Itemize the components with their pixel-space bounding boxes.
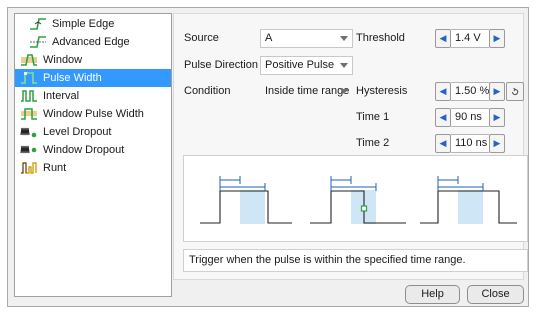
trigger-description: Trigger when the pulse is within the spe… [183, 249, 528, 272]
trigger-dialog: Simple Edge Advanced Edge Window Pulse W… [7, 7, 529, 307]
chevron-down-icon [340, 63, 348, 68]
window-pulse-width-icon [21, 108, 37, 120]
pulse-width-icon [21, 72, 37, 84]
trigger-item-window-pulse-width[interactable]: Window Pulse Width [15, 105, 171, 123]
hysteresis-label: Hysteresis [356, 85, 408, 97]
condition-label: Condition [184, 85, 231, 97]
source-dropdown[interactable]: A [260, 29, 353, 48]
trigger-item-window-dropout[interactable]: Window Dropout [15, 141, 171, 159]
help-button[interactable]: Help [405, 285, 460, 304]
condition-value: Inside time range [265, 85, 350, 97]
pulse-direction-label: Pulse Direction [184, 59, 258, 71]
close-button[interactable]: Close [467, 285, 524, 304]
trigger-item-advanced-edge[interactable]: Advanced Edge [15, 33, 171, 51]
level-dropout-icon [20, 127, 37, 138]
hysteresis-spinbox: ◀ 1.50 % ▶ [435, 82, 505, 101]
pulse-timing-diagram [200, 176, 517, 224]
hysteresis-increment-button[interactable]: ▶ [489, 82, 505, 101]
time1-label: Time 1 [356, 111, 390, 123]
time2-value[interactable]: 110 ns [451, 134, 489, 153]
time2-spinbox: ◀ 110 ns ▶ [435, 134, 505, 153]
time-range-zone [458, 190, 483, 224]
time1-spinbox: ◀ 90 ns ▶ [435, 108, 505, 127]
time2-increment-button[interactable]: ▶ [489, 134, 505, 153]
window-dropout-icon [20, 145, 37, 154]
time-range-zone [240, 190, 265, 224]
trigger-point-icon [360, 205, 368, 212]
trigger-item-interval[interactable]: Interval [15, 87, 171, 105]
chevron-down-icon [340, 36, 348, 41]
time1-decrement-button[interactable]: ◀ [435, 108, 451, 127]
hysteresis-decrement-button[interactable]: ◀ [435, 82, 451, 101]
reset-icon [511, 87, 519, 95]
simple-edge-icon [30, 18, 46, 30]
pulse-direction-value: Positive Pulse [265, 59, 335, 71]
interval-icon [21, 90, 37, 102]
trigger-illustration [183, 155, 528, 242]
source-value: A [265, 32, 273, 44]
trigger-item-pulse-width[interactable]: Pulse Width [15, 69, 171, 87]
threshold-increment-button[interactable]: ▶ [489, 29, 505, 48]
threshold-value[interactable]: 1.4 V [451, 29, 489, 48]
window-icon [21, 54, 37, 66]
trigger-type-list: Simple Edge Advanced Edge Window Pulse W… [14, 13, 172, 297]
hysteresis-value[interactable]: 1.50 % [451, 82, 489, 101]
trigger-item-level-dropout[interactable]: Level Dropout [15, 123, 171, 141]
advanced-edge-icon [30, 36, 46, 48]
trigger-item-simple-edge[interactable]: Simple Edge [15, 15, 171, 33]
threshold-decrement-button[interactable]: ◀ [435, 29, 451, 48]
runt-icon [21, 162, 37, 174]
hysteresis-reset-button[interactable] [506, 82, 524, 101]
trigger-item-runt[interactable]: Runt [15, 159, 171, 177]
trigger-item-window[interactable]: Window [15, 51, 171, 69]
time2-decrement-button[interactable]: ◀ [435, 134, 451, 153]
time1-increment-button[interactable]: ▶ [489, 108, 505, 127]
pulse-direction-dropdown[interactable]: Positive Pulse [260, 56, 353, 75]
threshold-spinbox: ◀ 1.4 V ▶ [435, 29, 505, 48]
time2-label: Time 2 [356, 137, 390, 149]
condition-dropdown[interactable]: Inside time range [260, 82, 353, 101]
chevron-down-icon [340, 89, 348, 94]
threshold-label: Threshold [356, 32, 405, 44]
time1-value[interactable]: 90 ns [451, 108, 489, 127]
pulse-width-settings-panel: Source A Pulse Direction Positive Pulse … [173, 13, 528, 280]
source-label: Source [184, 32, 219, 44]
